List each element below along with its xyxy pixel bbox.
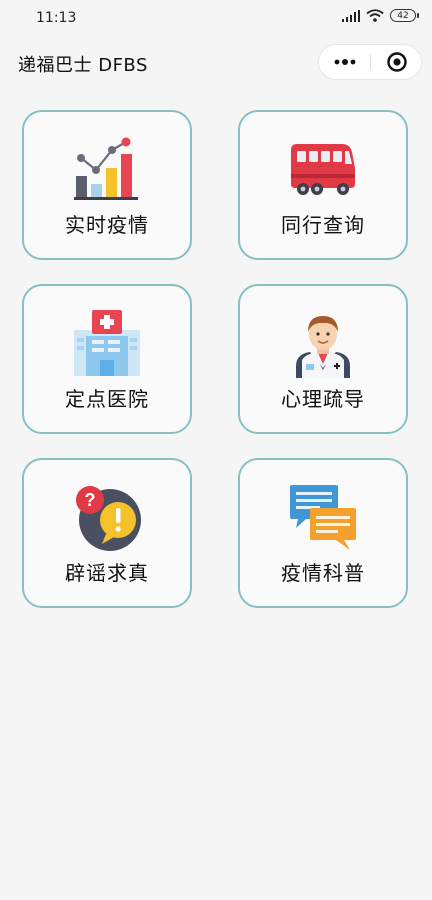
close-target-icon xyxy=(386,52,407,72)
card-label: 心理疏导 xyxy=(281,387,365,411)
question-alert-icon: ? xyxy=(76,486,141,551)
status-time: 11:13 xyxy=(36,10,77,26)
card-rumor-debunking[interactable]: ? 辟谣求真 xyxy=(22,458,192,608)
card-realtime-epidemic[interactable]: 实时疫情 xyxy=(22,110,192,260)
more-button[interactable] xyxy=(319,45,370,79)
battery-icon: 42 xyxy=(390,9,419,22)
card-label: 实时疫情 xyxy=(65,213,149,237)
wifi-icon xyxy=(366,9,384,22)
card-epidemic-science[interactable]: 疫情科普 xyxy=(238,458,408,608)
card-label: 辟谣求真 xyxy=(65,561,149,585)
status-icons: 42 xyxy=(342,9,419,22)
svg-text:?: ? xyxy=(85,490,96,510)
card-label: 同行查询 xyxy=(281,213,365,237)
more-dots-icon xyxy=(334,59,355,65)
bus-icon xyxy=(291,144,355,195)
status-bar: 11:13 42 xyxy=(0,0,432,36)
page-title: 递福巴士 DFBS xyxy=(18,55,148,76)
card-label: 疫情科普 xyxy=(281,561,365,585)
card-label: 定点医院 xyxy=(65,387,149,411)
mini-program-capsule xyxy=(318,44,422,80)
card-designated-hospital[interactable]: 定点医院 xyxy=(22,284,192,434)
nav-bar: 递福巴士 DFBS xyxy=(0,36,432,88)
signal-icon xyxy=(342,9,360,22)
card-psychological-counseling[interactable]: 心理疏导 xyxy=(238,284,408,434)
bar-chart-icon xyxy=(74,137,138,200)
doctor-icon xyxy=(296,316,350,378)
hospital-icon xyxy=(74,310,140,376)
card-fellow-traveler-query[interactable]: 同行查询 xyxy=(238,110,408,260)
chat-bubbles-icon xyxy=(290,485,356,550)
close-button[interactable] xyxy=(371,45,422,79)
